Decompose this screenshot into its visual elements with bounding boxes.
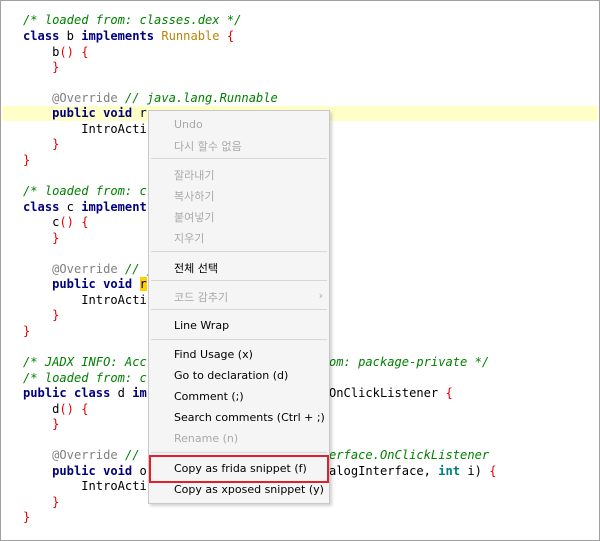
code-line: /* JADX INFO: Acc — [23, 355, 147, 369]
code-line: @Override // — [52, 448, 140, 462]
code-line: b() { — [52, 45, 89, 59]
menu-item-go-to-declaration[interactable]: Go to declaration (d) — [149, 366, 329, 386]
code-line: } — [23, 324, 31, 338]
code-line: } — [52, 417, 60, 431]
menu-item-delete[interactable]: 지우기 — [149, 227, 329, 247]
code-line: } — [23, 510, 31, 524]
menu-separator — [151, 158, 327, 159]
menu-item-code-folding[interactable]: 코드 감추기 › — [149, 286, 329, 306]
menu-item-undo[interactable]: Undo — [149, 115, 329, 135]
code-line-fragment: alogInterface, int i) { — [329, 464, 497, 478]
menu-item-select-all[interactable]: 전체 선택 — [149, 257, 329, 277]
code-line: } — [23, 153, 31, 167]
chevron-right-icon: › — [318, 289, 323, 302]
menu-item-copy-xposed-snippet[interactable]: Copy as xposed snippet (y) — [149, 480, 329, 500]
code-line: c() { — [52, 215, 89, 229]
menu-item-line-wrap[interactable]: Line Wrap — [149, 316, 329, 336]
code-line-fragment: OnClickListener { — [329, 386, 453, 400]
code-line: public void o — [52, 464, 147, 478]
menu-item-search-comments[interactable]: Search comments (Ctrl + ;) — [149, 408, 329, 428]
menu-item-redo[interactable]: 다시 할수 없음 — [149, 135, 329, 155]
code-line: class c implement — [23, 200, 147, 214]
highlight-box — [149, 455, 329, 483]
code-line: public void r — [52, 106, 147, 120]
menu-separator — [151, 280, 327, 281]
code-line: /* loaded from: c — [23, 184, 147, 198]
menu-item-paste[interactable]: 붙여넣기 — [149, 206, 329, 226]
menu-item-copy[interactable]: 복사하기 — [149, 185, 329, 205]
menu-item-cut[interactable]: 잘라내기 — [149, 164, 329, 184]
menu-item-comment[interactable]: Comment (;) — [149, 387, 329, 407]
code-line: } — [52, 60, 60, 74]
menu-separator — [151, 309, 327, 310]
code-line: IntroActi — [81, 122, 147, 136]
code-line: IntroActi — [81, 479, 147, 493]
menu-item-rename[interactable]: Rename (n) — [149, 429, 329, 449]
code-line: /* loaded from: classes.dex */ — [23, 13, 242, 27]
code-line: public class d im — [23, 386, 147, 400]
menu-item-find-usage[interactable]: Find Usage (x) — [149, 345, 329, 365]
code-line-fragment: om: package-private */ — [329, 355, 490, 369]
menu-separator — [151, 339, 327, 340]
code-line-fragment: erface.OnClickListener — [329, 448, 490, 462]
code-line: /* loaded from: c — [23, 371, 147, 385]
menu-separator — [151, 251, 327, 252]
code-line: class b implements Runnable { — [23, 29, 235, 43]
code-line: @Override // j — [52, 262, 155, 276]
code-line: } — [52, 495, 60, 509]
code-line: IntroActi — [81, 293, 147, 307]
code-line: } — [52, 231, 60, 245]
code-line: d() { — [52, 402, 89, 416]
menu-item-copy-frida-snippet[interactable]: Copy as frida snippet (f) — [149, 455, 329, 483]
code-line: } — [52, 308, 60, 322]
code-line: @Override // java.lang.Runnable — [52, 91, 278, 105]
code-line: public void r — [52, 277, 147, 291]
selected-text: r — [139, 277, 147, 291]
menu-separator — [151, 452, 327, 453]
context-menu: Undo 다시 할수 없음 잘라내기 복사하기 붙여넣기 지우기 전체 선택 코… — [148, 110, 330, 504]
code-line: } — [52, 137, 60, 151]
